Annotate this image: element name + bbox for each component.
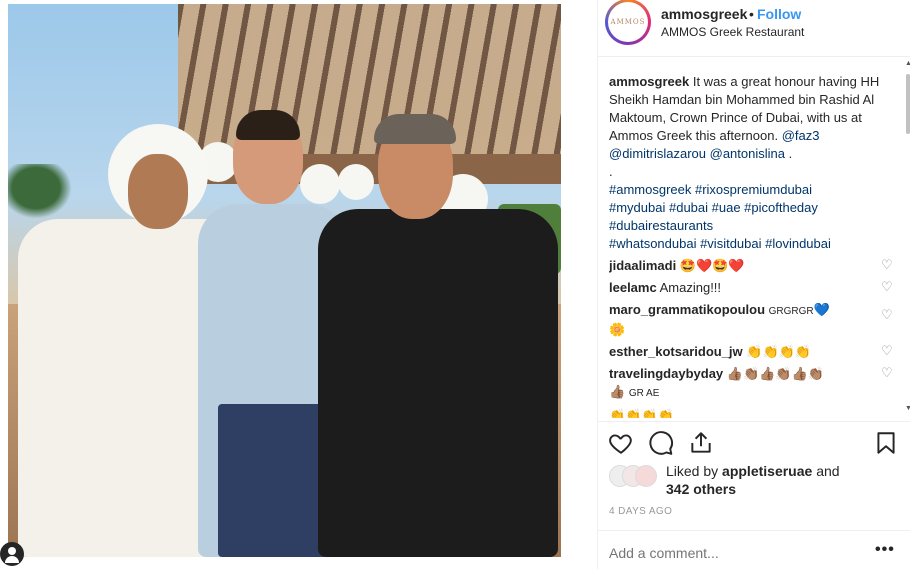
hashtags-line[interactable]: #mydubai #dubai #uae #picoftheday [609,200,818,215]
bookmark-icon[interactable] [873,430,901,458]
comment-text-line2: 👍🏽 [609,384,626,399]
photo-person-left-face [128,154,188,229]
scroll-up-arrow-icon[interactable]: ▲ [905,60,910,67]
likes-others-link[interactable]: 342 others [666,481,736,497]
comment-text: Amazing!!! [659,280,722,295]
heart-icon[interactable] [608,430,636,458]
likes-and: and [816,463,840,479]
photo-background-person [300,164,340,204]
comment-text: 👏👏👏👏 [609,408,674,418]
comment-icon[interactable] [648,430,676,458]
post-location[interactable]: AMMOS Greek Restaurant [661,25,804,39]
comment-like-heart-icon[interactable]: ♡ [881,280,893,293]
more-options-icon[interactable]: ••• [875,541,895,559]
post-actions [598,421,910,462]
scroll-thumb[interactable] [906,74,910,134]
post-side-panel: AMMOS ammosgreek • Follow AMMOS Greek Re… [597,0,910,569]
share-icon[interactable] [688,430,716,458]
comments-list[interactable]: ammosgreek It was a great honour having … [609,73,893,418]
caption-dot-line: . [609,164,613,179]
comment-item: jidaalimadi 🤩❤️🤩❤️ ♡ [609,257,893,275]
comments-scrollbar[interactable]: ▲ ▼ [905,60,910,415]
comment-like-heart-icon[interactable]: ♡ [881,258,893,271]
comment-item: travelingdaybyday 👍🏽👏🏽👍🏽👏🏽👍🏽👏🏽 👍🏽 GR AE … [609,365,893,403]
photo-person-middle-hair [236,110,300,140]
comment-item: maro_grammatikopoulou GRGRGR💙 🌼 ♡ [609,301,893,339]
likes-prefix: Liked by [666,463,719,479]
comment-item: 👏👏👏👏 [609,407,893,418]
hashtags-line[interactable]: #whatsondubai #visitdubai #lovindubai [609,236,831,251]
add-comment-input[interactable] [609,545,849,561]
header-separator: • [749,6,754,22]
photo-palm-tree [8,164,78,224]
hashtags-line[interactable]: #dubairestaurants [609,218,713,233]
photo-person-middle-trousers [218,404,328,557]
caption-username[interactable]: ammosgreek [609,74,689,89]
comment-text: 👍🏽👏🏽👍🏽👏🏽👍🏽👏🏽 [726,366,824,381]
comment-username[interactable]: jidaalimadi [609,258,676,273]
scroll-down-arrow-icon[interactable]: ▼ [905,405,910,412]
account-avatar-inner: AMMOS [608,2,648,42]
profile-avatar-icon[interactable] [0,542,24,566]
follow-button[interactable]: Follow [757,6,801,22]
comment-like-heart-icon[interactable]: ♡ [881,344,893,357]
likes-text: Liked by appletiseruae and 342 others [666,462,840,498]
comment-username[interactable]: esther_kotsaridou_jw [609,344,743,359]
post-header: AMMOS ammosgreek • Follow AMMOS Greek Re… [598,0,910,57]
mention-link[interactable]: @faz3 [782,128,820,143]
post-caption: ammosgreek It was a great honour having … [609,73,893,253]
photo-background-person [338,164,374,200]
hashtags-line[interactable]: #ammosgreek #rixospremiumdubai [609,182,812,197]
comment-item: esther_kotsaridou_jw 👏👏👏👏 ♡ [609,343,893,361]
comment-like-heart-icon[interactable]: ♡ [881,308,893,321]
mention-end: . [784,146,793,161]
comment-text-small: GR AE [628,388,660,399]
comment-item: leelamc Amazing!!! ♡ [609,279,893,297]
comment-text-small: GRGRGR [768,306,814,317]
comment-text: 👏👏👏👏 [746,344,812,359]
comment-text: 💙 [813,302,830,317]
photo-person-right-chef-jacket [318,209,558,557]
comment-text-line2: 🌼 [609,322,626,337]
comment-like-heart-icon[interactable]: ♡ [881,366,893,379]
photo-area [0,0,597,569]
mention-link[interactable]: @dimitrislazarou [609,146,706,161]
comment-username[interactable]: leelamc [609,280,657,295]
comment-text: 🤩❤️🤩❤️ [679,258,745,273]
post-timestamp[interactable]: 4 DAYS AGO [609,506,672,517]
add-comment-bar: ••• [598,530,910,570]
liker-username[interactable]: appletiseruae [722,463,812,479]
account-username[interactable]: ammosgreek [661,6,747,22]
photo-person-right-hair [374,114,456,144]
liker-avatar[interactable] [635,465,657,487]
account-avatar[interactable]: AMMOS [605,0,651,45]
mention-link[interactable]: @antonislina [710,146,785,161]
likes-summary: Liked by appletiseruae and 342 others [609,462,899,502]
comment-username[interactable]: travelingdaybyday [609,366,723,381]
account-logo: AMMOS [610,18,646,26]
post-photo[interactable] [8,4,561,557]
comment-username[interactable]: maro_grammatikopoulou [609,302,765,317]
